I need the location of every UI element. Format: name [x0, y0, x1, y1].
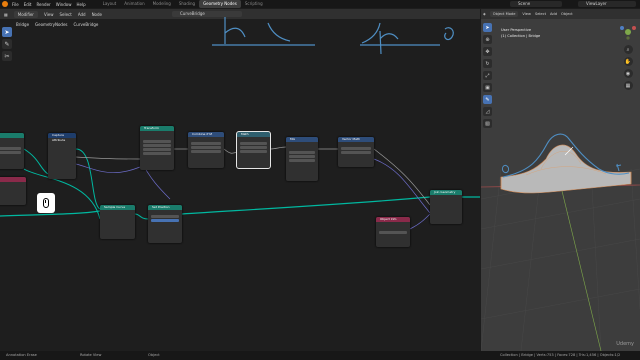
camera-view-icon[interactable]: ◉	[623, 69, 633, 78]
menu-window[interactable]: Window	[56, 2, 72, 7]
vp-menu-select[interactable]: Select	[535, 12, 546, 16]
tab-shading[interactable]: Shading	[175, 0, 199, 8]
viewport-navigation: ⌕ ✋ ◉ ▦	[619, 23, 637, 93]
tab-layout[interactable]: Layout	[99, 0, 121, 8]
tab-scripting[interactable]: Scripting	[241, 0, 267, 8]
tab-animation[interactable]: Animation	[120, 0, 148, 8]
node-links	[0, 17, 480, 230]
vp-cursor-tool-icon[interactable]: ⊕	[483, 35, 492, 44]
menu-edit[interactable]: Edit	[24, 2, 32, 7]
mode-dropdown[interactable]: Object Mode	[489, 11, 519, 17]
axis-gizmo-icon[interactable]	[619, 23, 637, 41]
viewport-toolbar: ➤ ⊕ ✥ ↻ ⤢ ▣ ✎ ◿ ▧	[483, 23, 493, 131]
vp-menu-object[interactable]: Object	[561, 12, 573, 16]
node-join-geometry[interactable]: Join Geometry	[430, 190, 462, 224]
scene-selector[interactable]: Scene	[510, 1, 562, 7]
node-transform[interactable]: Transform	[140, 126, 174, 170]
viewport-collection-label: (1) Collection | Bridge	[501, 34, 541, 38]
vp-transform-tool-icon[interactable]: ▣	[483, 83, 492, 92]
top-menubar: File Edit Render Window Help Layout Anim…	[0, 0, 640, 8]
tab-geometry-nodes[interactable]: Geometry Nodes	[199, 0, 241, 8]
node-combine[interactable]: Combine XYZ	[188, 132, 224, 168]
vp-select-tool-icon[interactable]: ➤	[483, 23, 492, 32]
node-object-info[interactable]: Object Info	[376, 217, 410, 247]
vp-measure-tool-icon[interactable]: ◿	[483, 107, 492, 116]
node-geometry-left[interactable]	[0, 133, 24, 169]
vp-annotate-tool-icon[interactable]: ✎	[483, 95, 492, 104]
mouse-indicator-icon	[37, 193, 55, 213]
menu-help[interactable]: Help	[76, 2, 85, 7]
vp-scale-tool-icon[interactable]: ⤢	[483, 71, 492, 80]
vp-menu-view[interactable]: View	[522, 12, 531, 16]
workspace-tabs: Layout Animation Modeling Shading Geomet…	[99, 0, 267, 8]
vp-add-cube-tool-icon[interactable]: ▧	[483, 119, 492, 128]
status-bar: Annotation Erase Rotate View Object Coll…	[0, 351, 640, 360]
blender-logo-icon[interactable]	[2, 1, 8, 7]
zoom-icon[interactable]: ⌕	[623, 45, 633, 54]
menu-render[interactable]: Render	[36, 2, 50, 7]
viewport-scene	[481, 133, 640, 351]
viewport-editor-type-icon[interactable]: ◈	[483, 12, 486, 16]
vp-move-tool-icon[interactable]: ✥	[483, 47, 492, 56]
status-mid2: Object	[148, 353, 160, 357]
node-sample-curve[interactable]: Sample Curve	[100, 205, 135, 239]
status-right: Collection | Bridge | Verts:753 | Faces:…	[500, 353, 621, 357]
node-mix[interactable]: Mix	[286, 137, 318, 181]
node-math[interactable]: Math	[236, 131, 271, 169]
menu-file[interactable]: File	[12, 2, 19, 7]
pan-hand-icon[interactable]: ✋	[623, 57, 633, 66]
perspective-toggle-icon[interactable]: ▦	[623, 81, 633, 90]
node-vector-math[interactable]: Vector Math	[338, 137, 374, 167]
vp-rotate-tool-icon[interactable]: ↻	[483, 59, 492, 68]
viewport-header: ◈ Object Mode View Select Add Object	[481, 9, 640, 19]
status-mid1: Rotate View	[80, 353, 102, 357]
node-set-position[interactable]: Set Position	[148, 205, 182, 243]
3d-viewport[interactable]: ◈ Object Mode View Select Add Object Use…	[481, 9, 640, 351]
viewport-info: User Perspective (1) Collection | Bridge	[501, 27, 540, 39]
node-capture[interactable]: Capture Attribute	[48, 133, 76, 179]
vp-menu-add[interactable]: Add	[550, 12, 557, 16]
view-layer-selector[interactable]: ViewLayer	[578, 1, 636, 7]
status-left: Annotation Erase	[6, 353, 37, 357]
node-input-red[interactable]	[0, 177, 26, 205]
node-editor[interactable]: ▦ Modifier View Select Add Node CurveBri…	[0, 9, 480, 351]
udemy-watermark: Udemy	[616, 341, 634, 347]
tab-modeling[interactable]: Modeling	[149, 0, 175, 8]
